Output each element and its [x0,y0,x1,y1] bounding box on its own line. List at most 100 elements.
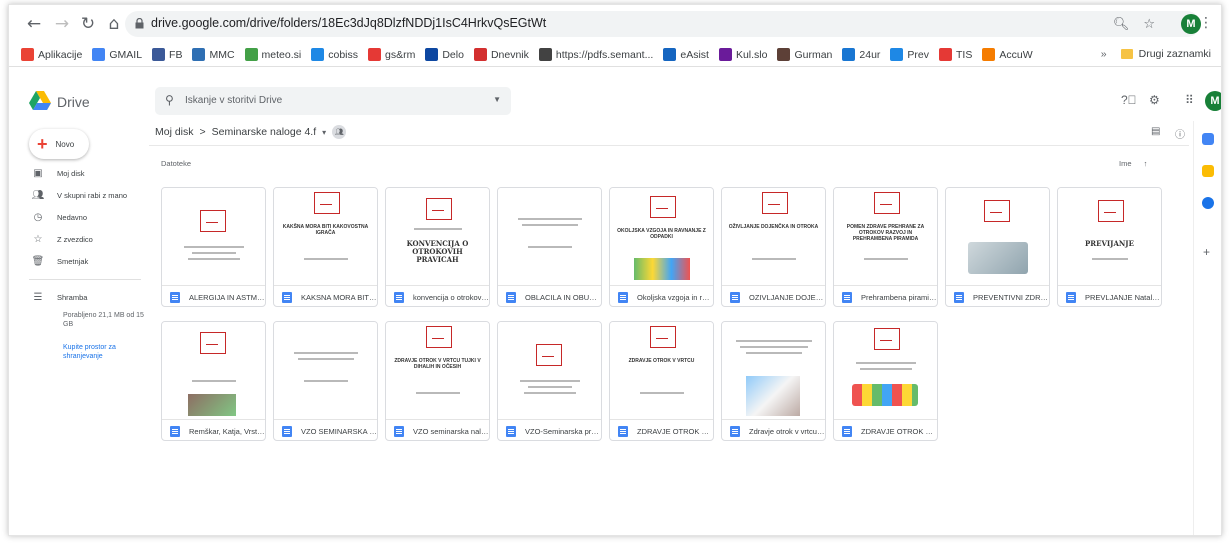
file-card[interactable]: OKOLJSKA VZGOJA IN RAVNANJE Z ODPADKI Oko… [609,187,714,307]
sort-arrow-icon: ↑ [1143,159,1148,168]
file-card[interactable]: OŽIVLJANJE DOJENČKA IN OTROKA OZIVLJANJE … [721,187,826,307]
file-card[interactable]: KAKŠNA MORA BITI KAKOVOSTNA IGRAČA KAKSNA… [273,187,378,307]
bookmark-item[interactable]: Dnevnik [473,48,529,61]
bookmark-item[interactable]: FB [152,48,182,61]
sidebar-item-storage[interactable]: ☰ Shramba [31,288,88,306]
bookmark-item[interactable]: TIS [939,48,972,61]
sidebar-item-recent[interactable]: ◷ Nedavno [31,208,87,226]
gear-icon[interactable]: ⚙ [1149,93,1160,107]
thumbnail-title: OŽIVLJANJE DOJENČKA IN OTROKA [728,224,819,230]
info-icon[interactable]: ⓘ [1175,126,1185,141]
new-button[interactable]: + Novo [29,129,89,159]
bookmark-item[interactable]: Prev [890,48,929,61]
bookmark-favicon-icon [538,48,552,61]
text-line [752,258,796,260]
drive-header: Drive ⚲ Iskanje v storitvi Drive ▼ ?⃝ ⚙ … [9,87,1221,121]
sidebar-item-my-drive[interactable]: ▣ Moj disk [31,164,84,182]
file-card[interactable]: VZO SEMINARSKA N... [273,321,378,441]
file-card[interactable]: Remškar, Katja, Vrste ... [161,321,266,441]
folder-icon [1120,49,1133,59]
bookmark-item[interactable]: Aplikacije [21,48,82,61]
help-icon[interactable]: ?⃝ [1121,93,1137,107]
bookmark-favicon-icon [663,48,677,61]
file-name: PREVENTIVNI ZDRAV... [973,292,1049,302]
school-logo-icon [984,200,1010,222]
bookmark-item[interactable]: GMAIL [92,48,142,61]
bookmark-item[interactable]: 24ur [842,48,880,61]
breadcrumb-folder[interactable]: Seminarske naloge 4.f [212,126,316,138]
add-addon-icon[interactable]: + [1203,245,1210,259]
bookmark-label: FB [169,48,183,61]
file-card[interactable]: POMEN ZDRAVE PREHRANE ZA OTROKOV RAZVOJ … [833,187,938,307]
search-placeholder: Iskanje v storitvi Drive [185,95,283,106]
tasks-icon[interactable] [1202,197,1214,209]
list-view-icon[interactable]: ▤ [1151,126,1160,137]
keep-icon[interactable] [1202,165,1214,177]
text-line [414,228,462,230]
file-card[interactable]: PREVIJANJE PREVLJANJE Natalija ... [1057,187,1162,307]
file-card[interactable]: ZDRAVJE OTROK V VRTCU TUJKI V DIHALIH IN… [385,321,490,441]
sort-label: Ime [1119,159,1132,168]
avatar[interactable]: M [1181,14,1201,34]
forward-arrow-icon[interactable]: → [51,13,73,35]
bookmark-item[interactable]: https://pdfs.semant... [538,48,653,61]
other-bookmarks[interactable]: Drugi zaznamki [1139,48,1211,60]
home-icon[interactable]: ⌂ [103,13,125,35]
sidebar-item-shared[interactable]: 👥︎ V skupni rabi z mano [31,186,127,204]
search-input[interactable]: ⚲ Iskanje v storitvi Drive ▼ [155,87,511,115]
bookmark-item[interactable]: MMC [192,48,235,61]
chevron-down-icon[interactable]: ▾ [322,128,326,137]
text-line [746,352,802,354]
google-docs-icon [170,425,180,437]
bookmark-item[interactable]: Delo [425,48,464,61]
file-card[interactable]: OBLACILA IN OBUTEV... [497,187,602,307]
address-bar[interactable]: drive.google.com/drive/folders/18Ec3dJq8… [125,11,1200,37]
bookmark-star-icon[interactable]: ☆ [1143,16,1155,32]
file-card[interactable]: PREVENTIVNI ZDRAV... [945,187,1050,307]
menu-dots-icon[interactable]: ⋮ [1199,14,1213,31]
bookmark-item[interactable]: meteo.si [244,48,301,61]
bookmark-item[interactable]: Gurman [777,48,832,61]
file-card[interactable]: ALERGIJA IN ASTMA... [161,187,266,307]
google-docs-icon [618,425,628,437]
file-card[interactable]: KONVENCIJA O OTROKOVIH PRAVICAH konvencij… [385,187,490,307]
file-card-footer: VZO seminarska nalo... [386,421,489,440]
bookmark-favicon-icon [842,48,856,61]
bookmark-favicon-icon [777,48,791,61]
bookmark-favicon-icon [21,48,34,61]
file-card-footer: Prehrambena piramid... [834,287,937,306]
sidebar-item-trash[interactable]: 🗑︎ Smetnjak [31,252,89,270]
back-arrow-icon[interactable]: ← [23,13,45,35]
sidebar-item-starred[interactable]: ☆ Z zvezdico [31,230,93,248]
file-card[interactable]: ZDRAVJE OTROK V VRTCU ZDRAVJE OTROK V V..… [609,321,714,441]
bookmark-item[interactable]: gs&rm [368,48,415,61]
calendar-icon[interactable] [1202,133,1214,145]
bookmark-item[interactable]: cobiss [311,48,358,61]
file-name: OZIVLJANJE DOJENC... [749,292,825,302]
bookmark-item[interactable]: AccuW [982,48,1033,61]
zoom-icon[interactable]: 🔍︎ [1113,16,1130,32]
file-card[interactable]: VZO-Seminarska pred... [497,321,602,441]
search-options-icon[interactable]: ▼ [493,95,501,104]
buy-storage-link-2[interactable]: shranjevanje [63,352,103,361]
reload-icon[interactable]: ↻ [77,13,99,35]
file-card[interactable]: Zdravje otrok v vrtcu; ... [721,321,826,441]
more-bookmarks-icon[interactable]: » [1101,48,1107,60]
file-card-footer: VZO SEMINARSKA N... [274,421,377,440]
text-line [736,340,812,342]
file-card[interactable]: ZDRAVJE OTROK V V... [833,321,938,441]
apps-grid-icon[interactable]: ⠿ [1185,93,1194,107]
sort-control[interactable]: Ime ↑ [1119,159,1147,168]
file-card-footer: ZDRAVJE OTROK V V... [610,421,713,440]
shared-folder-icon[interactable]: 👥︎ [332,125,347,139]
file-name: Remškar, Katja, Vrste ... [189,426,265,436]
file-name: VZO SEMINARSKA N... [301,426,377,436]
bookmark-item[interactable]: eAsist [663,48,709,61]
school-logo-icon [200,332,226,354]
account-avatar[interactable]: M [1205,91,1221,111]
recycling-bins-image [634,258,690,280]
school-logo-icon [1098,200,1124,222]
buy-storage-link[interactable]: Kupite prostor za [63,343,116,352]
breadcrumb-root[interactable]: Moj disk [155,126,194,138]
bookmark-item[interactable]: Kul.slo [718,48,767,61]
